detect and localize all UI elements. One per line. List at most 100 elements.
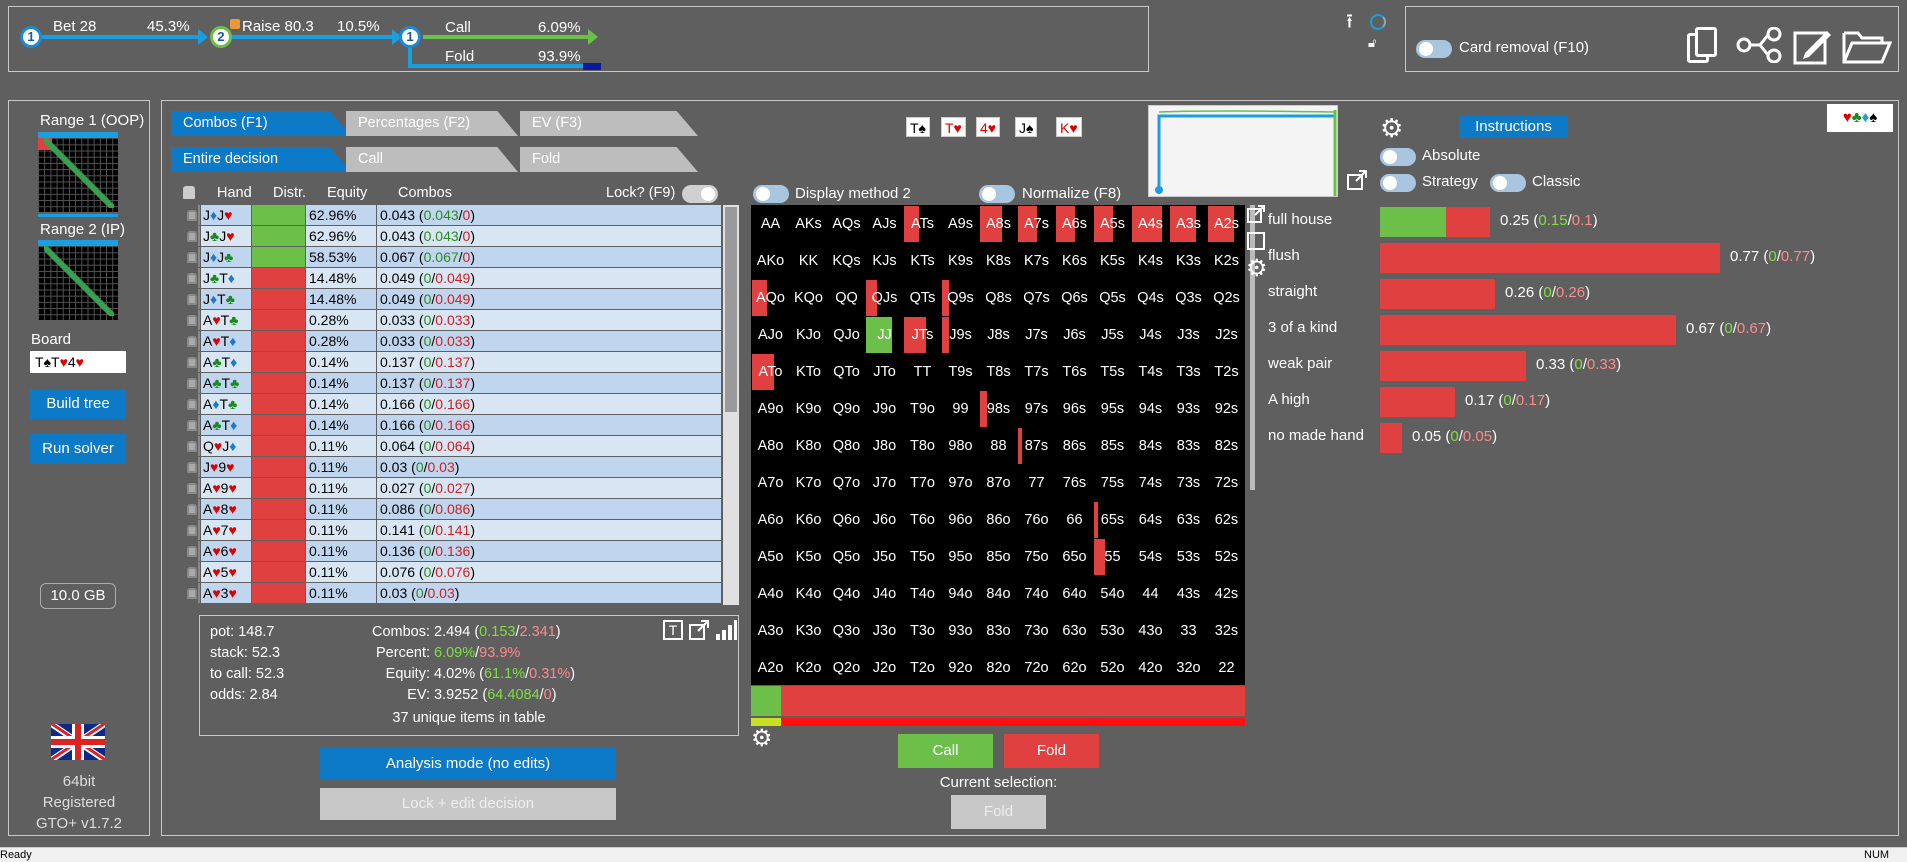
lock-icon[interactable] (187, 252, 197, 263)
grid-cell[interactable]: 94s (1132, 391, 1169, 427)
run-solver-button[interactable]: Run solver (30, 434, 126, 464)
grid-cell[interactable]: QJs (866, 280, 903, 316)
table-row[interactable]: A♥8♥ 0.11% 0.086 (0/0.086) (179, 499, 721, 520)
grid-cell[interactable]: K8s (980, 243, 1017, 279)
grid-cell[interactable]: 74s (1132, 465, 1169, 501)
grid-cell[interactable]: 82s (1208, 428, 1245, 464)
grid-cell[interactable]: T5o (904, 539, 941, 575)
category-bar[interactable] (1380, 387, 1455, 417)
grid-cell[interactable]: 63s (1170, 502, 1207, 538)
grid-cell[interactable]: 86o (980, 502, 1017, 538)
lock-icon[interactable] (187, 420, 197, 431)
grid-cell[interactable]: 85s (1094, 428, 1131, 464)
grid-cell[interactable]: T9o (904, 391, 941, 427)
build-tree-button[interactable]: Build tree (30, 389, 126, 419)
call-label[interactable]: Call (445, 19, 471, 36)
grid-cell[interactable]: K7o (790, 465, 827, 501)
grid-cell[interactable]: J9s (942, 317, 979, 353)
table-row[interactable]: A♥7♥ 0.11% 0.141 (0/0.141) (179, 520, 721, 541)
category-label[interactable]: flush (1268, 247, 1300, 264)
grid-cell[interactable]: T2o (904, 650, 941, 686)
grid-cell[interactable]: 33 (1170, 613, 1207, 649)
grid-cell[interactable]: T8o (904, 428, 941, 464)
table-row[interactable]: A♣T♦ 0.14% 0.166 (0/0.166) (179, 415, 721, 436)
grid-cell[interactable]: A8o (752, 428, 789, 464)
grid-cell[interactable]: Q8o (828, 428, 865, 464)
grid-cell[interactable]: 84s (1132, 428, 1169, 464)
grid-cell[interactable]: 64s (1132, 502, 1169, 538)
gear-icon[interactable]: ⚙ (751, 727, 773, 751)
gear-icon[interactable]: ⚙ (1380, 115, 1403, 141)
grid-cell[interactable]: A3o (752, 613, 789, 649)
grid-cell[interactable]: A4s (1132, 206, 1169, 242)
grid-cell[interactable]: A8s (980, 206, 1017, 242)
grid-cell[interactable]: K9o (790, 391, 827, 427)
table-row[interactable]: A♥5♥ 0.11% 0.076 (0/0.076) (179, 562, 721, 583)
normalize-toggle[interactable] (979, 185, 1015, 203)
copy-icon[interactable] (1687, 27, 1717, 63)
table-row[interactable]: A♥9♥ 0.11% 0.027 (0/0.027) (179, 478, 721, 499)
grid-cell[interactable]: QJo (828, 317, 865, 353)
grid-cell[interactable]: A2s (1208, 206, 1245, 242)
category-bar[interactable] (1380, 279, 1495, 309)
grid-cell[interactable]: 73o (1018, 613, 1055, 649)
grid-cell[interactable]: 88 (980, 428, 1017, 464)
grid-cell[interactable]: A2o (752, 650, 789, 686)
grid-cell[interactable]: J7o (866, 465, 903, 501)
grid-cell[interactable]: A7s (1018, 206, 1055, 242)
strategy-toggle[interactable] (1380, 174, 1416, 192)
grid-cell[interactable]: AQo (752, 280, 789, 316)
grid-cell[interactable]: K3s (1170, 243, 1207, 279)
grid-cell[interactable]: 85o (980, 539, 1017, 575)
grid-cell[interactable]: 43o (1132, 613, 1169, 649)
analysis-mode-button[interactable]: Analysis mode (no edits) (320, 748, 616, 780)
grid-cell[interactable]: K8o (790, 428, 827, 464)
grid-cell[interactable]: T8s (980, 354, 1017, 390)
instructions-button[interactable]: Instructions (1459, 116, 1568, 138)
grid-cell[interactable]: A9o (752, 391, 789, 427)
grid-cell[interactable]: Q2s (1208, 280, 1245, 316)
popout-icon[interactable] (1247, 205, 1265, 223)
grid-cell[interactable]: AKo (752, 243, 789, 279)
grid-cell[interactable]: J5s (1094, 317, 1131, 353)
grid-cell[interactable]: 93s (1170, 391, 1207, 427)
category-label[interactable]: A high (1268, 391, 1310, 408)
range2-thumbnail[interactable] (38, 240, 118, 320)
table-row[interactable]: J♥9♥ 0.11% 0.03 (0/0.03) (179, 457, 721, 478)
grid-cell[interactable]: K2s (1208, 243, 1245, 279)
grid-cell[interactable]: 97s (1018, 391, 1055, 427)
grid-cell[interactable]: Q3o (828, 613, 865, 649)
grid-cell[interactable]: T3o (904, 613, 941, 649)
grid-cell[interactable]: J2o (866, 650, 903, 686)
grid-cell[interactable]: 97o (942, 465, 979, 501)
grid-cell[interactable]: 72s (1208, 465, 1245, 501)
grid-cell[interactable]: K3o (790, 613, 827, 649)
tab-entire-decision[interactable]: Entire decision (171, 147, 351, 172)
table-row[interactable]: A♥T♣ 0.28% 0.033 (0/0.033) (179, 310, 721, 331)
grid-cell[interactable]: Q7o (828, 465, 865, 501)
grid-cell[interactable]: K4s (1132, 243, 1169, 279)
grid-cell[interactable]: J5o (866, 539, 903, 575)
grid-cell[interactable]: KJo (790, 317, 827, 353)
grid-cell[interactable]: 75o (1018, 539, 1055, 575)
grid-cell[interactable]: JTs (904, 317, 941, 353)
lock-icon[interactable] (187, 273, 197, 284)
category-label[interactable]: straight (1268, 283, 1317, 300)
unlock-icon[interactable]: 🔓︎ (1368, 36, 1382, 50)
card-removal-toggle[interactable] (1416, 40, 1452, 58)
lock-toggle[interactable] (682, 185, 718, 203)
grid-cell[interactable]: 55 (1094, 539, 1131, 575)
lock-icon[interactable] (187, 441, 197, 452)
grid-cell[interactable]: K6s (1056, 243, 1093, 279)
grid-cell[interactable]: J2s (1208, 317, 1245, 353)
grid-cell[interactable]: QQ (828, 280, 865, 316)
share-icon[interactable] (1736, 26, 1782, 64)
grid-cell[interactable]: TT (904, 354, 941, 390)
suit-selector[interactable]: ♥♣♦♠ (1827, 104, 1893, 132)
grid-cell[interactable]: Q9o (828, 391, 865, 427)
category-bar[interactable] (1380, 207, 1490, 237)
grid-cell[interactable]: T5s (1094, 354, 1131, 390)
grid-cell[interactable]: 52o (1094, 650, 1131, 686)
call-button[interactable]: Call (898, 734, 993, 768)
grid-cell[interactable]: K4o (790, 576, 827, 612)
